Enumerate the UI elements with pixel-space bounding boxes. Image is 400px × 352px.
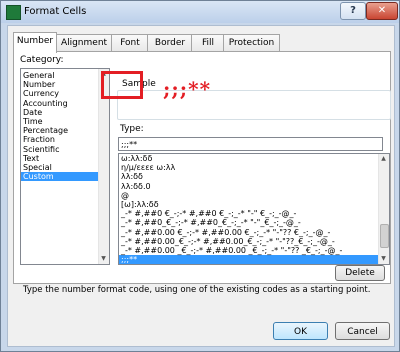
format-code-listbox[interactable]: ω:λλ:δδ η/μ/εεεε ω:λλ λλ:δδ λλ:δδ.0 @ [ω]:λλ:…: [118, 153, 390, 265]
format-code-item[interactable]: [ω]:λλ:δδ: [119, 200, 389, 209]
type-label: Type:: [120, 124, 144, 134]
delete-button[interactable]: Delete: [335, 265, 385, 281]
category-item[interactable]: Currency: [21, 89, 109, 98]
format-code-item[interactable]: _-* #,##0_€_-;-* #,##0_€_-;_-* "-"_€_-;_…: [119, 218, 389, 227]
help-button[interactable]: ?: [340, 2, 366, 20]
hint-text: Type the number format code, using one o…: [23, 285, 371, 295]
format-code-item[interactable]: @: [119, 191, 389, 200]
tab-font[interactable]: Font: [111, 34, 149, 52]
category-item[interactable]: Percentage: [21, 126, 109, 135]
format-code-item[interactable]: _-* #,##0.00_€_-;-* #,##0.00_€_-;_-* "-"…: [119, 237, 389, 246]
category-item[interactable]: Time: [21, 117, 109, 126]
tab-fill[interactable]: Fill: [191, 34, 225, 52]
scroll-down-icon[interactable]: ▼: [379, 254, 388, 263]
dialog-title: Format Cells: [24, 6, 87, 17]
format-scrollbar[interactable]: ▲ ▼: [378, 154, 389, 264]
scroll-down-icon[interactable]: ▼: [99, 254, 108, 263]
category-item[interactable]: Number: [21, 80, 109, 89]
ok-button[interactable]: OK: [273, 322, 328, 340]
annotation-text: ;;;**: [163, 77, 212, 101]
title-bar[interactable]: Format Cells ? ✕: [1, 1, 399, 23]
category-item[interactable]: Custom: [21, 172, 109, 182]
cancel-button[interactable]: Cancel: [335, 322, 390, 340]
category-item[interactable]: Text: [21, 154, 109, 163]
tab-alignment[interactable]: Alignment: [55, 34, 113, 52]
format-code-item[interactable]: _-* #,##0 €_-;-* #,##0 €_-;_-* "-" €_-;_…: [119, 209, 389, 218]
format-code-item[interactable]: ;;;**: [119, 255, 389, 264]
category-listbox[interactable]: General Number Currency Accounting Date Time P…: [20, 68, 110, 265]
type-input[interactable]: ;;;**: [118, 137, 383, 151]
category-label: Category:: [20, 55, 64, 65]
format-code-item[interactable]: λλ:δδ.0: [119, 182, 389, 191]
format-code-item[interactable]: ω:λλ:δδ: [119, 154, 389, 163]
category-item[interactable]: General: [21, 71, 109, 80]
category-item[interactable]: Special: [21, 163, 109, 172]
scroll-thumb[interactable]: [380, 224, 389, 248]
category-item[interactable]: Accounting: [21, 99, 109, 108]
close-button[interactable]: ✕: [366, 2, 398, 20]
category-item[interactable]: Date: [21, 108, 109, 117]
format-code-item[interactable]: η/μ/εεεε ω:λλ: [119, 163, 389, 172]
excel-icon: [6, 5, 21, 20]
format-code-item[interactable]: _-* #,##0.00 _€_-;-* #,##0.00 _€_-;_-* "…: [119, 246, 389, 255]
dialog-body: Number Alignment Font Border Fill Protec…: [7, 25, 395, 347]
sample-box: [117, 90, 391, 120]
format-code-item[interactable]: _-* #,##0.00 €_-;-* #,##0.00 €_-;_-* "-"…: [119, 228, 389, 237]
tab-protection[interactable]: Protection: [223, 34, 280, 52]
category-item[interactable]: Scientific: [21, 145, 109, 154]
scroll-up-icon[interactable]: ▲: [379, 154, 388, 163]
category-item[interactable]: Fraction: [21, 135, 109, 144]
format-cells-dialog: Format Cells ? ✕ Number Alignment Font B…: [0, 0, 400, 352]
format-code-item[interactable]: λλ:δδ: [119, 172, 389, 181]
tab-border[interactable]: Border: [147, 34, 193, 52]
tab-number[interactable]: Number: [13, 32, 57, 53]
annotation-highlight-box: [101, 71, 143, 99]
